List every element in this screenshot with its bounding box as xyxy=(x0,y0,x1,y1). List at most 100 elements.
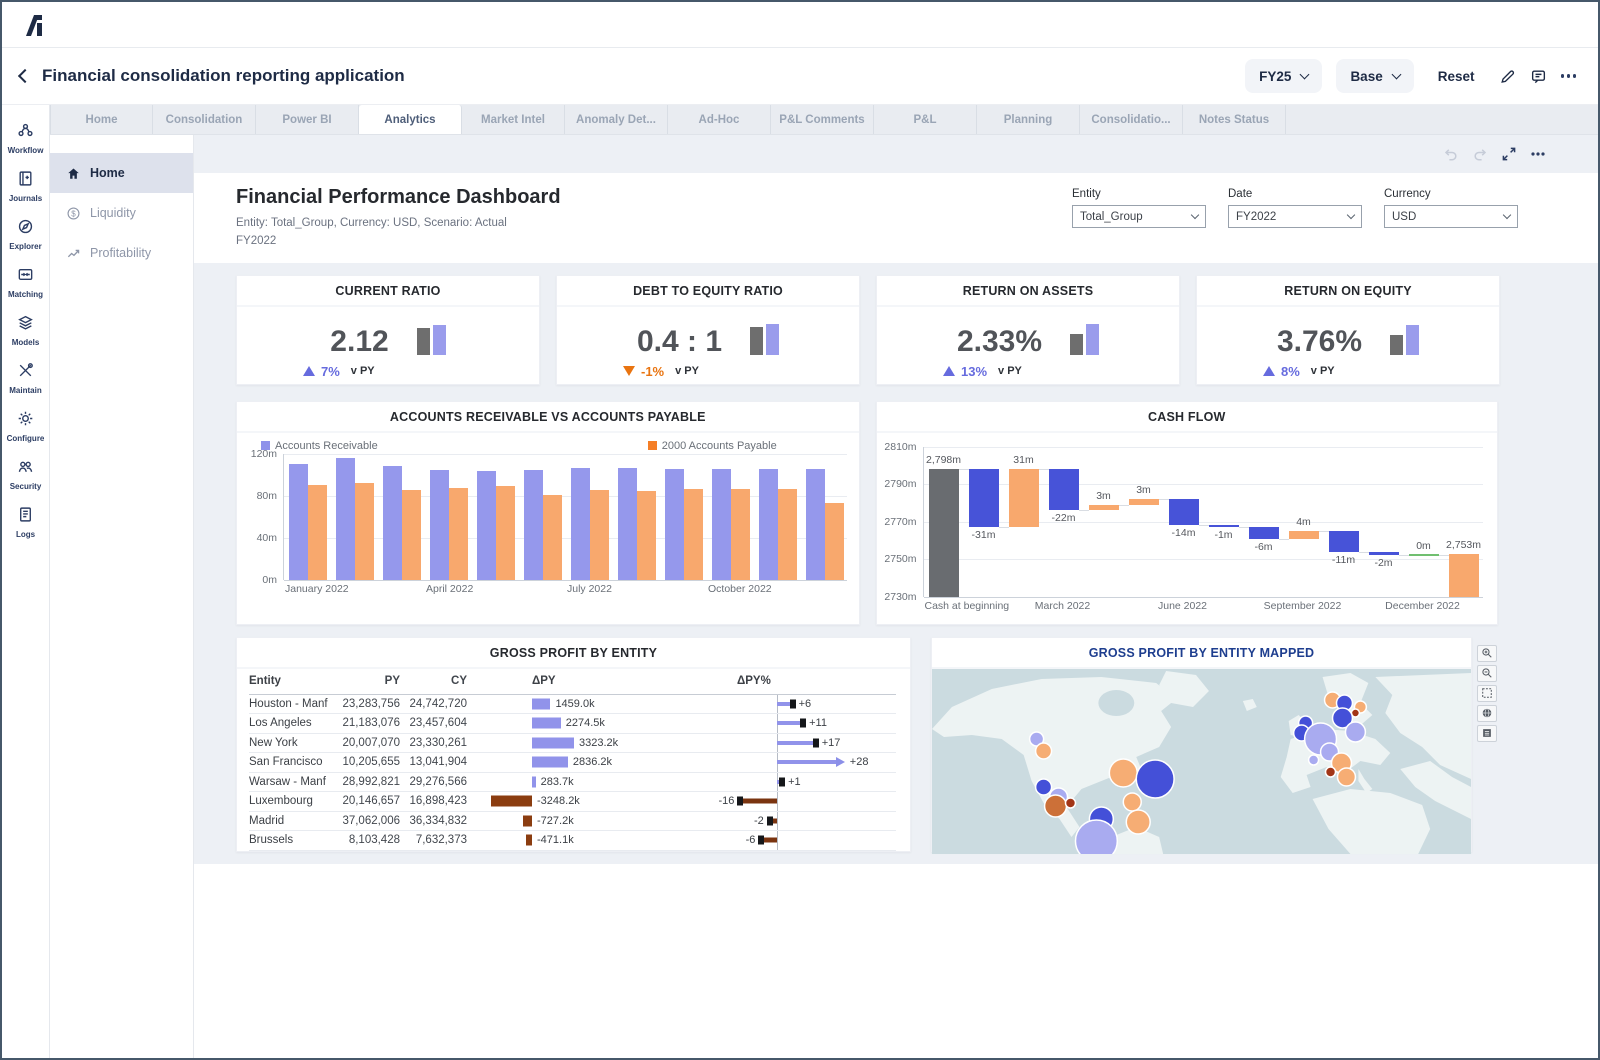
undo-icon[interactable] xyxy=(1443,147,1459,161)
delta-py-bar xyxy=(526,834,532,846)
rail-item-explorer[interactable]: Explorer xyxy=(2,211,49,259)
rail-item-journals[interactable]: Journals xyxy=(2,163,49,211)
table-row: Warsaw - Manf 28,992,821 29,276,566 283.7k +… xyxy=(249,772,896,793)
accounts-receivable-bar xyxy=(523,470,543,580)
waterfall-bar xyxy=(1408,554,1439,557)
bar-group xyxy=(707,454,754,580)
entity-bubble[interactable] xyxy=(1336,766,1357,787)
layers-button[interactable] xyxy=(1477,724,1497,742)
waterfall-bar xyxy=(1368,551,1399,556)
currency-filter-select[interactable]: USD xyxy=(1384,205,1518,228)
delta-py-pct-cell: -16 xyxy=(719,792,884,811)
zoom-out-button[interactable] xyxy=(1477,664,1497,682)
redo-icon[interactable] xyxy=(1472,147,1488,161)
sidebar-item-home[interactable]: Home xyxy=(50,153,193,193)
date-filter-select[interactable]: FY2022 xyxy=(1228,205,1362,228)
back-chevron-icon[interactable] xyxy=(17,68,33,84)
delta-py-bar xyxy=(532,698,551,710)
entity-bubble[interactable] xyxy=(1307,753,1320,766)
triangle-up-icon xyxy=(943,366,955,377)
edit-pencil-icon[interactable] xyxy=(1499,68,1516,85)
rail-item-security[interactable]: Security xyxy=(2,451,49,499)
kpi-bar-cy xyxy=(1406,324,1420,355)
content-header: Financial Performance Dashboard Entity: … xyxy=(194,173,1598,263)
sidebar-item-profitability[interactable]: Profitability xyxy=(50,233,193,273)
sidebar-item-label: Liquidity xyxy=(90,206,136,220)
entity-bubble[interactable] xyxy=(1324,765,1337,778)
world-map[interactable] xyxy=(932,668,1471,854)
tab-power-bi[interactable]: Power BI xyxy=(256,105,359,134)
entity-bubble[interactable] xyxy=(1034,741,1053,760)
rail-item-configure[interactable]: Configure xyxy=(2,403,49,451)
tab-p-l-comments[interactable]: P&L Comments xyxy=(771,105,874,134)
svg-text:$: $ xyxy=(71,209,76,218)
table-row: Los Angeles 21,183,076 23,457,604 2274.5k +1… xyxy=(249,714,896,734)
cy-cell: 7,632,373 xyxy=(415,834,467,847)
delta-py-bar xyxy=(490,795,532,807)
rail-item-matching[interactable]: Matching xyxy=(2,259,49,307)
gridline xyxy=(923,521,1483,523)
tab-home[interactable]: Home xyxy=(50,105,153,134)
waterfall-connector xyxy=(998,527,1009,529)
accounts-receivable-bar xyxy=(476,471,496,580)
entity-bubble[interactable] xyxy=(1043,793,1068,818)
entity-bubble[interactable] xyxy=(1064,796,1077,809)
entity-bubble[interactable] xyxy=(1108,757,1138,788)
maintain-icon xyxy=(17,362,34,384)
comment-icon[interactable] xyxy=(1530,68,1547,85)
column-header-entity: Entity xyxy=(249,675,281,688)
flag-marker-icon xyxy=(789,699,796,709)
zoom-in-button[interactable] xyxy=(1477,644,1497,662)
tab-ad-hoc[interactable]: Ad-Hoc xyxy=(668,105,771,134)
entity-bubble[interactable] xyxy=(1344,720,1367,743)
box-select-button[interactable] xyxy=(1477,684,1497,702)
tab-anomaly-det[interactable]: Anomaly Det... xyxy=(565,105,668,134)
entity-bubble[interactable] xyxy=(1125,808,1151,835)
rail-item-models[interactable]: Models xyxy=(2,307,49,355)
tab-consolidation[interactable]: Consolidation xyxy=(153,105,256,134)
more-icon[interactable] xyxy=(1530,146,1546,162)
tab-planning[interactable]: Planning xyxy=(977,105,1080,134)
waterfall-value-label: -14m xyxy=(1171,527,1196,540)
delta-py-label: 3323.2k xyxy=(579,736,619,749)
cy-cell: 23,330,261 xyxy=(409,736,467,749)
bar-chart-plot xyxy=(283,453,847,581)
entity-bubble[interactable] xyxy=(1074,818,1119,854)
period-selector[interactable]: FY25 xyxy=(1245,59,1323,93)
delta-pct-bar xyxy=(777,760,836,765)
anaplan-logo-icon[interactable] xyxy=(20,12,46,38)
waterfall-connector xyxy=(958,469,969,471)
delta-pct-label: +6 xyxy=(798,697,812,710)
globe-button[interactable] xyxy=(1477,704,1497,722)
tab-p-l[interactable]: P&L xyxy=(874,105,977,134)
rail-item-maintain[interactable]: Maintain xyxy=(2,355,49,403)
rail-item-workflow[interactable]: Workflow xyxy=(2,115,49,163)
flag-marker-icon xyxy=(812,738,819,748)
2000-accounts-payable-bar xyxy=(307,485,327,580)
tab-market-intel[interactable]: Market Intel xyxy=(462,105,565,134)
delta-pct-bar xyxy=(764,837,777,843)
more-options-icon[interactable] xyxy=(1560,74,1576,78)
sidebar-item-liquidity[interactable]: $ Liquidity xyxy=(50,193,193,233)
kpi-vs-label: v PY xyxy=(998,365,1022,378)
y-tick-label: 2770m xyxy=(884,515,917,528)
fullscreen-icon[interactable] xyxy=(1501,146,1517,162)
page-subtitle: Entity: Total_Group, Currency: USD, Scen… xyxy=(236,215,561,251)
entity-filter-select[interactable]: Total_Group xyxy=(1072,205,1206,228)
delta-pct-bar xyxy=(777,721,801,726)
version-selector[interactable]: Base xyxy=(1336,59,1414,93)
chevron-down-icon xyxy=(1391,69,1402,79)
table-row: San Francisco 10,205,655 13,041,904 2836.2k… xyxy=(249,753,896,773)
delta-py-pct-cell: +28 xyxy=(737,753,884,772)
rail-item-logs[interactable]: Logs xyxy=(2,499,49,547)
tab-analytics[interactable]: Analytics xyxy=(359,105,462,134)
entity-bubble[interactable] xyxy=(1034,777,1053,796)
entity-bubble[interactable] xyxy=(1122,791,1142,812)
tab-notes-status[interactable]: Notes Status xyxy=(1183,105,1286,134)
entity-bubble[interactable] xyxy=(1135,758,1175,799)
tab-consolidatio[interactable]: Consolidatio... xyxy=(1080,105,1183,134)
date-filter-label: Date xyxy=(1228,188,1253,200)
reset-button[interactable]: Reset xyxy=(1438,69,1475,84)
kpi-delta-value: 13% xyxy=(961,363,988,379)
delta-py-pct-cell: -2 xyxy=(737,811,884,831)
